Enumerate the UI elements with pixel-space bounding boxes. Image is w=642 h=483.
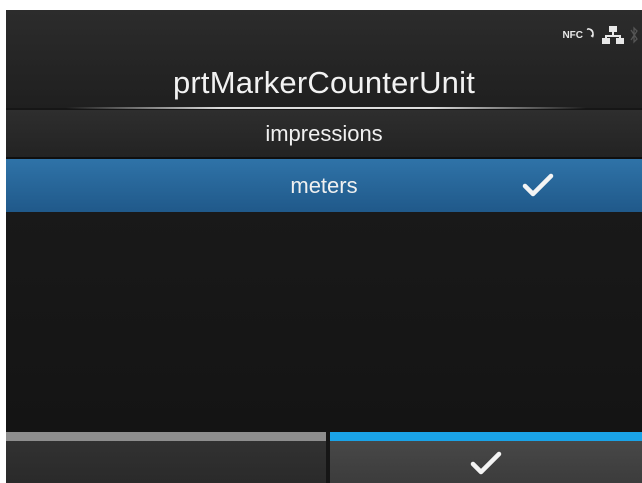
footer [6,432,642,483]
checkmark-icon [522,172,554,204]
option-label: meters [290,172,358,198]
option-impressions[interactable]: impressions [6,110,642,159]
confirm-button[interactable] [330,432,642,483]
nfc-label: NFC [562,29,583,41]
list-empty-area [6,212,642,432]
lan-icon [602,25,624,45]
title-underline [66,107,586,109]
option-list: impressions meters [6,110,642,212]
back-button-bar [6,432,326,441]
bluetooth-icon [630,25,638,45]
nfc-icon: NFC [562,27,596,41]
option-label: impressions [265,120,383,146]
header: NFC prtMarkerCounterUnit [6,10,642,109]
status-icons: NFC [562,24,638,46]
checkmark-icon [470,450,502,481]
confirm-button-bar [330,432,642,441]
page-title: prtMarkerCounterUnit [172,65,476,100]
printer-display: NFC prtMarkerCounterUnit impressions met… [6,10,642,483]
option-meters[interactable]: meters [6,159,642,212]
back-button[interactable] [6,432,326,483]
